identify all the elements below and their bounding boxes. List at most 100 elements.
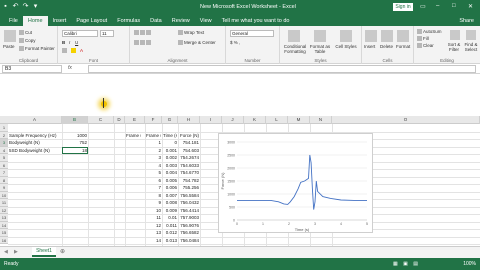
insert-cells-icon[interactable] bbox=[365, 30, 377, 42]
cell-F3[interactable]: 1 bbox=[146, 139, 161, 147]
format-painter-button[interactable]: Format Painter bbox=[19, 46, 55, 52]
copy-button[interactable]: Copy bbox=[19, 38, 36, 44]
cell-H7[interactable]: 754.6770 bbox=[179, 169, 199, 177]
row-header-9[interactable]: 9 bbox=[0, 184, 8, 192]
selected-cell-b4[interactable] bbox=[62, 146, 88, 154]
font-color-icon[interactable]: A bbox=[80, 48, 83, 53]
insert-cells-button[interactable]: Insert bbox=[364, 44, 375, 49]
close-icon[interactable]: ✕ bbox=[468, 3, 473, 10]
cell-F14[interactable]: 12 bbox=[146, 222, 161, 230]
cell-H13[interactable]: 757.9003 bbox=[179, 214, 199, 222]
row-header-2[interactable]: 2 bbox=[0, 131, 8, 139]
find-select-icon[interactable] bbox=[466, 30, 476, 40]
cell-H5[interactable]: 754.2674 bbox=[179, 154, 199, 162]
align-left-icon[interactable] bbox=[134, 40, 152, 46]
cell-H16[interactable]: 756.0484 bbox=[179, 237, 199, 245]
column-header-I[interactable]: I bbox=[200, 116, 222, 124]
number-format-select[interactable]: General bbox=[230, 30, 274, 37]
cell-H10[interactable]: 756.5584 bbox=[179, 192, 199, 200]
cell-G16[interactable]: 0.013 bbox=[163, 237, 177, 245]
column-header-G[interactable]: G bbox=[162, 116, 178, 124]
cut-button[interactable]: Cut bbox=[19, 30, 32, 36]
find-select-button[interactable]: Find & Select bbox=[462, 42, 480, 52]
insert-function-icon[interactable]: fx bbox=[68, 65, 72, 71]
paste-icon[interactable] bbox=[4, 30, 16, 42]
row-header-13[interactable]: 13 bbox=[0, 214, 8, 222]
conditional-formatting-button[interactable]: Conditional Formatting bbox=[282, 44, 308, 54]
cell-H9[interactable]: 755.256 bbox=[179, 184, 199, 192]
cell-F13[interactable]: 11 bbox=[146, 214, 161, 222]
share-button[interactable]: Share bbox=[459, 16, 474, 26]
sort-filter-icon[interactable] bbox=[450, 30, 460, 40]
conditional-formatting-icon[interactable] bbox=[288, 30, 300, 42]
column-header-M[interactable]: M bbox=[288, 116, 310, 124]
cell-styles-button[interactable]: Cell Styles bbox=[334, 44, 358, 49]
next-sheet-icon[interactable]: ▶ bbox=[14, 249, 18, 255]
cell-G15[interactable]: 0.012 bbox=[163, 229, 177, 237]
maximize-icon[interactable]: □ bbox=[452, 3, 456, 9]
font-family-select[interactable]: Calibri bbox=[62, 30, 98, 37]
autosum-button[interactable]: AutoSum bbox=[417, 29, 442, 35]
tab-review[interactable]: Review bbox=[167, 16, 195, 26]
cell-G10[interactable]: 0.007 bbox=[163, 192, 177, 200]
sort-filter-button[interactable]: Sort & Filter bbox=[445, 42, 463, 52]
add-sheet-icon[interactable]: ⊕ bbox=[60, 248, 65, 255]
fill-button[interactable]: Fill bbox=[417, 36, 429, 42]
cell-G2[interactable]: Time (s) bbox=[163, 132, 177, 140]
clear-button[interactable]: Clear bbox=[417, 43, 434, 49]
cell-F12[interactable]: 10 bbox=[146, 207, 161, 215]
column-header-J[interactable]: J bbox=[222, 116, 244, 124]
cell-F2[interactable]: Frame # bbox=[126, 132, 141, 140]
cell-F11[interactable]: 9 bbox=[146, 199, 161, 207]
column-header-H[interactable]: H bbox=[178, 116, 200, 124]
cell-F4[interactable]: 2 bbox=[146, 147, 161, 155]
column-header-L[interactable]: L bbox=[266, 116, 288, 124]
row-header-7[interactable]: 7 bbox=[0, 169, 8, 177]
cell-F6[interactable]: 4 bbox=[146, 162, 161, 170]
name-box[interactable]: B3 bbox=[2, 65, 62, 73]
undo-icon[interactable]: ↶ bbox=[12, 3, 19, 10]
tab-insert[interactable]: Insert bbox=[48, 16, 72, 26]
cell-H11[interactable]: 756.0432 bbox=[179, 199, 199, 207]
tab-file[interactable]: File bbox=[4, 16, 23, 26]
cell-F10[interactable]: 8 bbox=[146, 192, 161, 200]
cell-G9[interactable]: 0.006 bbox=[163, 184, 177, 192]
cell-H8[interactable]: 754.782 bbox=[179, 177, 199, 185]
ribbon-display-icon[interactable]: ▭ bbox=[420, 3, 426, 10]
borders-icon[interactable] bbox=[62, 48, 68, 54]
align-top-icon[interactable] bbox=[134, 30, 152, 36]
row-header-1[interactable]: 1 bbox=[0, 124, 8, 132]
cell-F2[interactable]: Frame # bbox=[146, 132, 161, 140]
formula-input[interactable] bbox=[88, 65, 476, 73]
column-header-C[interactable]: C bbox=[88, 116, 114, 124]
row-header-14[interactable]: 14 bbox=[0, 221, 8, 229]
prev-sheet-icon[interactable]: ◀ bbox=[4, 249, 8, 255]
currency-icon[interactable]: $ % , bbox=[230, 40, 240, 45]
format-as-table-icon[interactable] bbox=[314, 30, 326, 42]
row-header-4[interactable]: 4 bbox=[0, 146, 8, 154]
cell-F15[interactable]: 13 bbox=[146, 229, 161, 237]
cell-F7[interactable]: 5 bbox=[146, 169, 161, 177]
zoom-level[interactable]: 100% bbox=[463, 261, 476, 267]
cell-G3[interactable]: 0 bbox=[163, 139, 177, 147]
cell-B3[interactable]: 752 bbox=[63, 139, 87, 147]
cell-G5[interactable]: 0.002 bbox=[163, 154, 177, 162]
cell-H2[interactable]: Force (N) bbox=[179, 132, 199, 140]
cell-F5[interactable]: 3 bbox=[146, 154, 161, 162]
save-icon[interactable]: ▪ bbox=[2, 3, 9, 10]
cell-H3[interactable]: 754.181 bbox=[179, 139, 199, 147]
row-header-3[interactable]: 3 bbox=[0, 139, 8, 147]
row-header-10[interactable]: 10 bbox=[0, 191, 8, 199]
column-header-N[interactable]: N bbox=[310, 116, 332, 124]
tab-page-layout[interactable]: Page Layout bbox=[71, 16, 112, 26]
cell-styles-icon[interactable] bbox=[340, 30, 352, 42]
cell-H12[interactable]: 756.4414 bbox=[179, 207, 199, 215]
paste-button[interactable]: Paste bbox=[3, 44, 15, 49]
column-header-D[interactable]: D bbox=[114, 116, 125, 124]
format-as-table-button[interactable]: Format as Table bbox=[308, 44, 332, 54]
cell-H6[interactable]: 754.6033 bbox=[179, 162, 199, 170]
cell-H15[interactable]: 756.6582 bbox=[179, 229, 199, 237]
minimize-icon[interactable]: – bbox=[436, 3, 439, 9]
italic-icon[interactable]: I bbox=[69, 40, 70, 45]
row-header-8[interactable]: 8 bbox=[0, 176, 8, 184]
